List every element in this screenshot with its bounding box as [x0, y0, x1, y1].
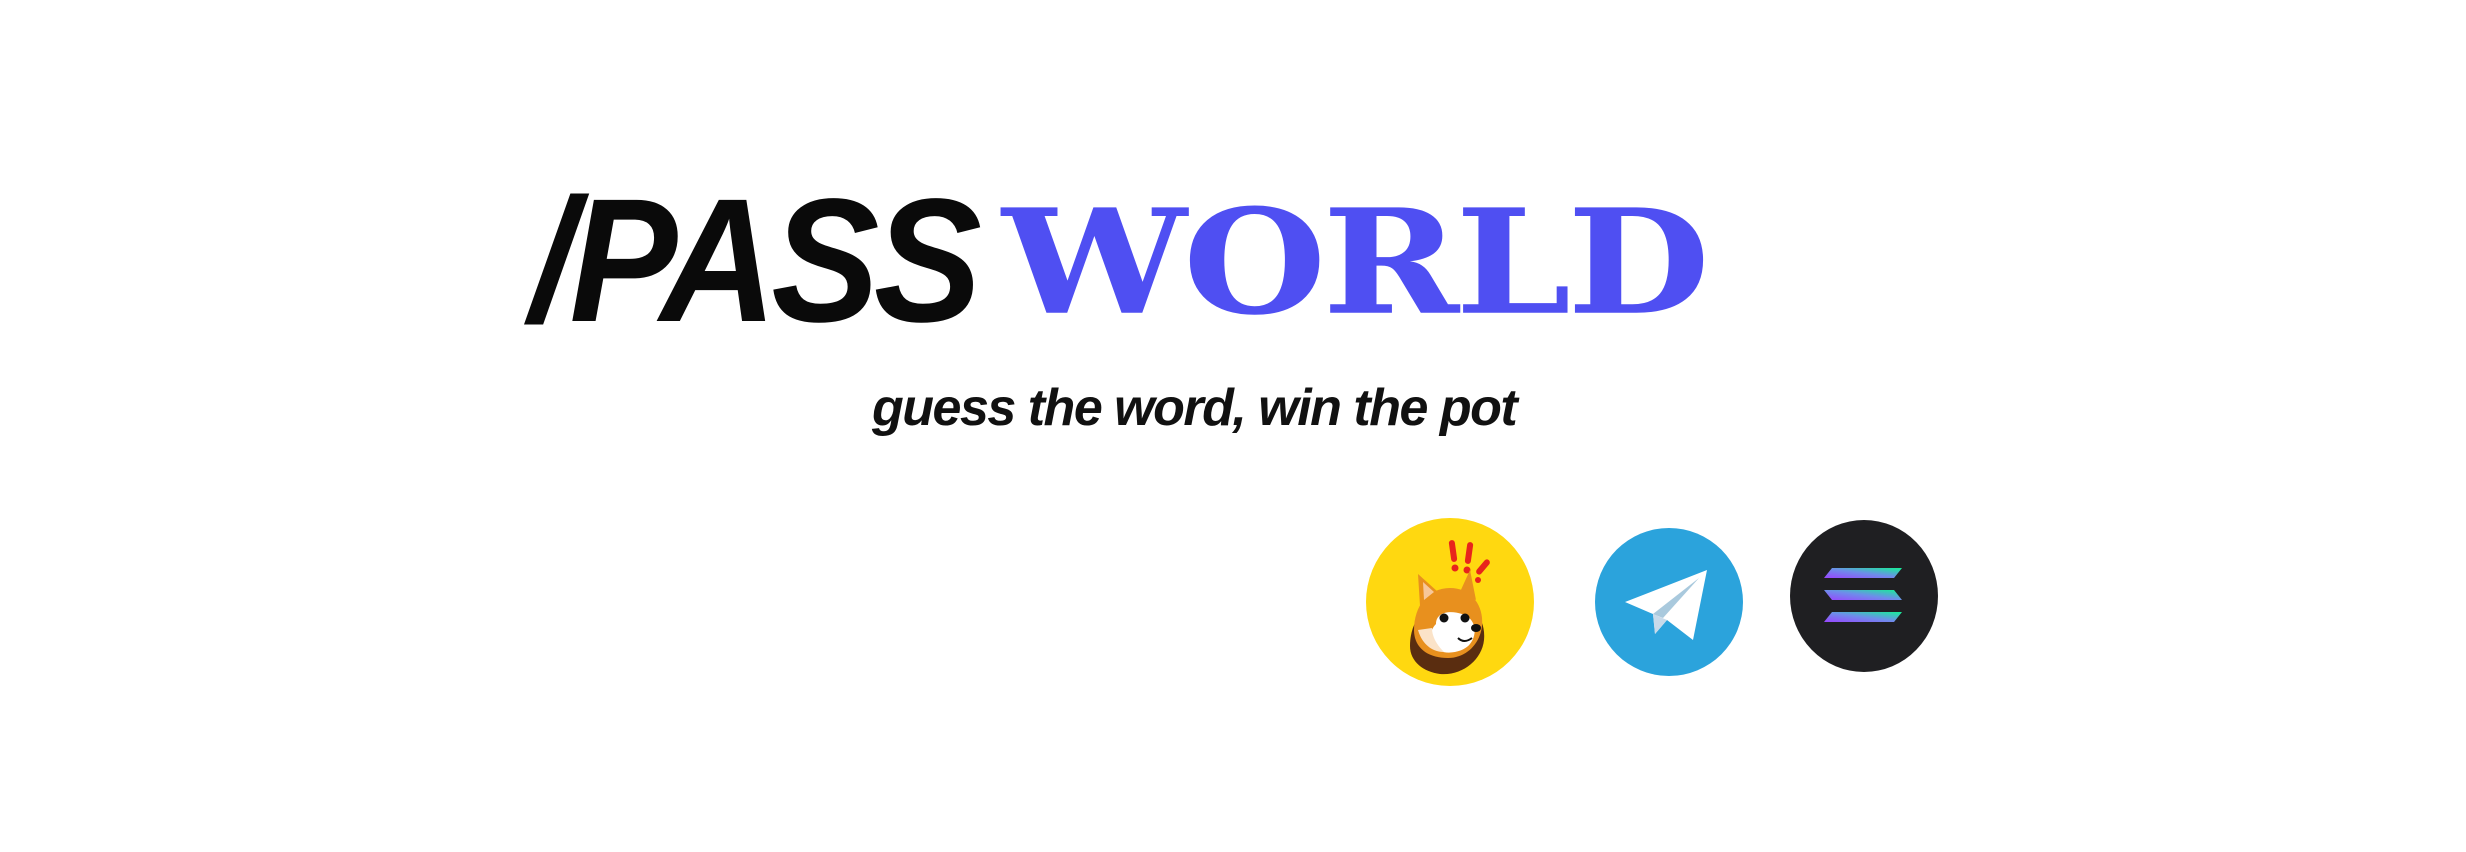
logo-world-text: WORLD: [1002, 176, 1710, 348]
telegram-icon[interactable]: [1595, 528, 1743, 676]
passworld-logo: /PASS WORLD: [530, 163, 1720, 359]
solana-logo-graphic: [1824, 568, 1902, 622]
doge-mascot-icon[interactable]: [1366, 518, 1534, 686]
logo-pass-text: /PASS: [530, 163, 982, 359]
telegram-plane-graphic: [1625, 570, 1707, 640]
doge-mascot-graphic: [1410, 540, 1490, 675]
banner: /PASS WORLD guess the word, win the pot: [0, 0, 2466, 852]
tagline: guess the word, win the pot: [872, 379, 1518, 437]
solana-icon[interactable]: [1790, 520, 1938, 672]
